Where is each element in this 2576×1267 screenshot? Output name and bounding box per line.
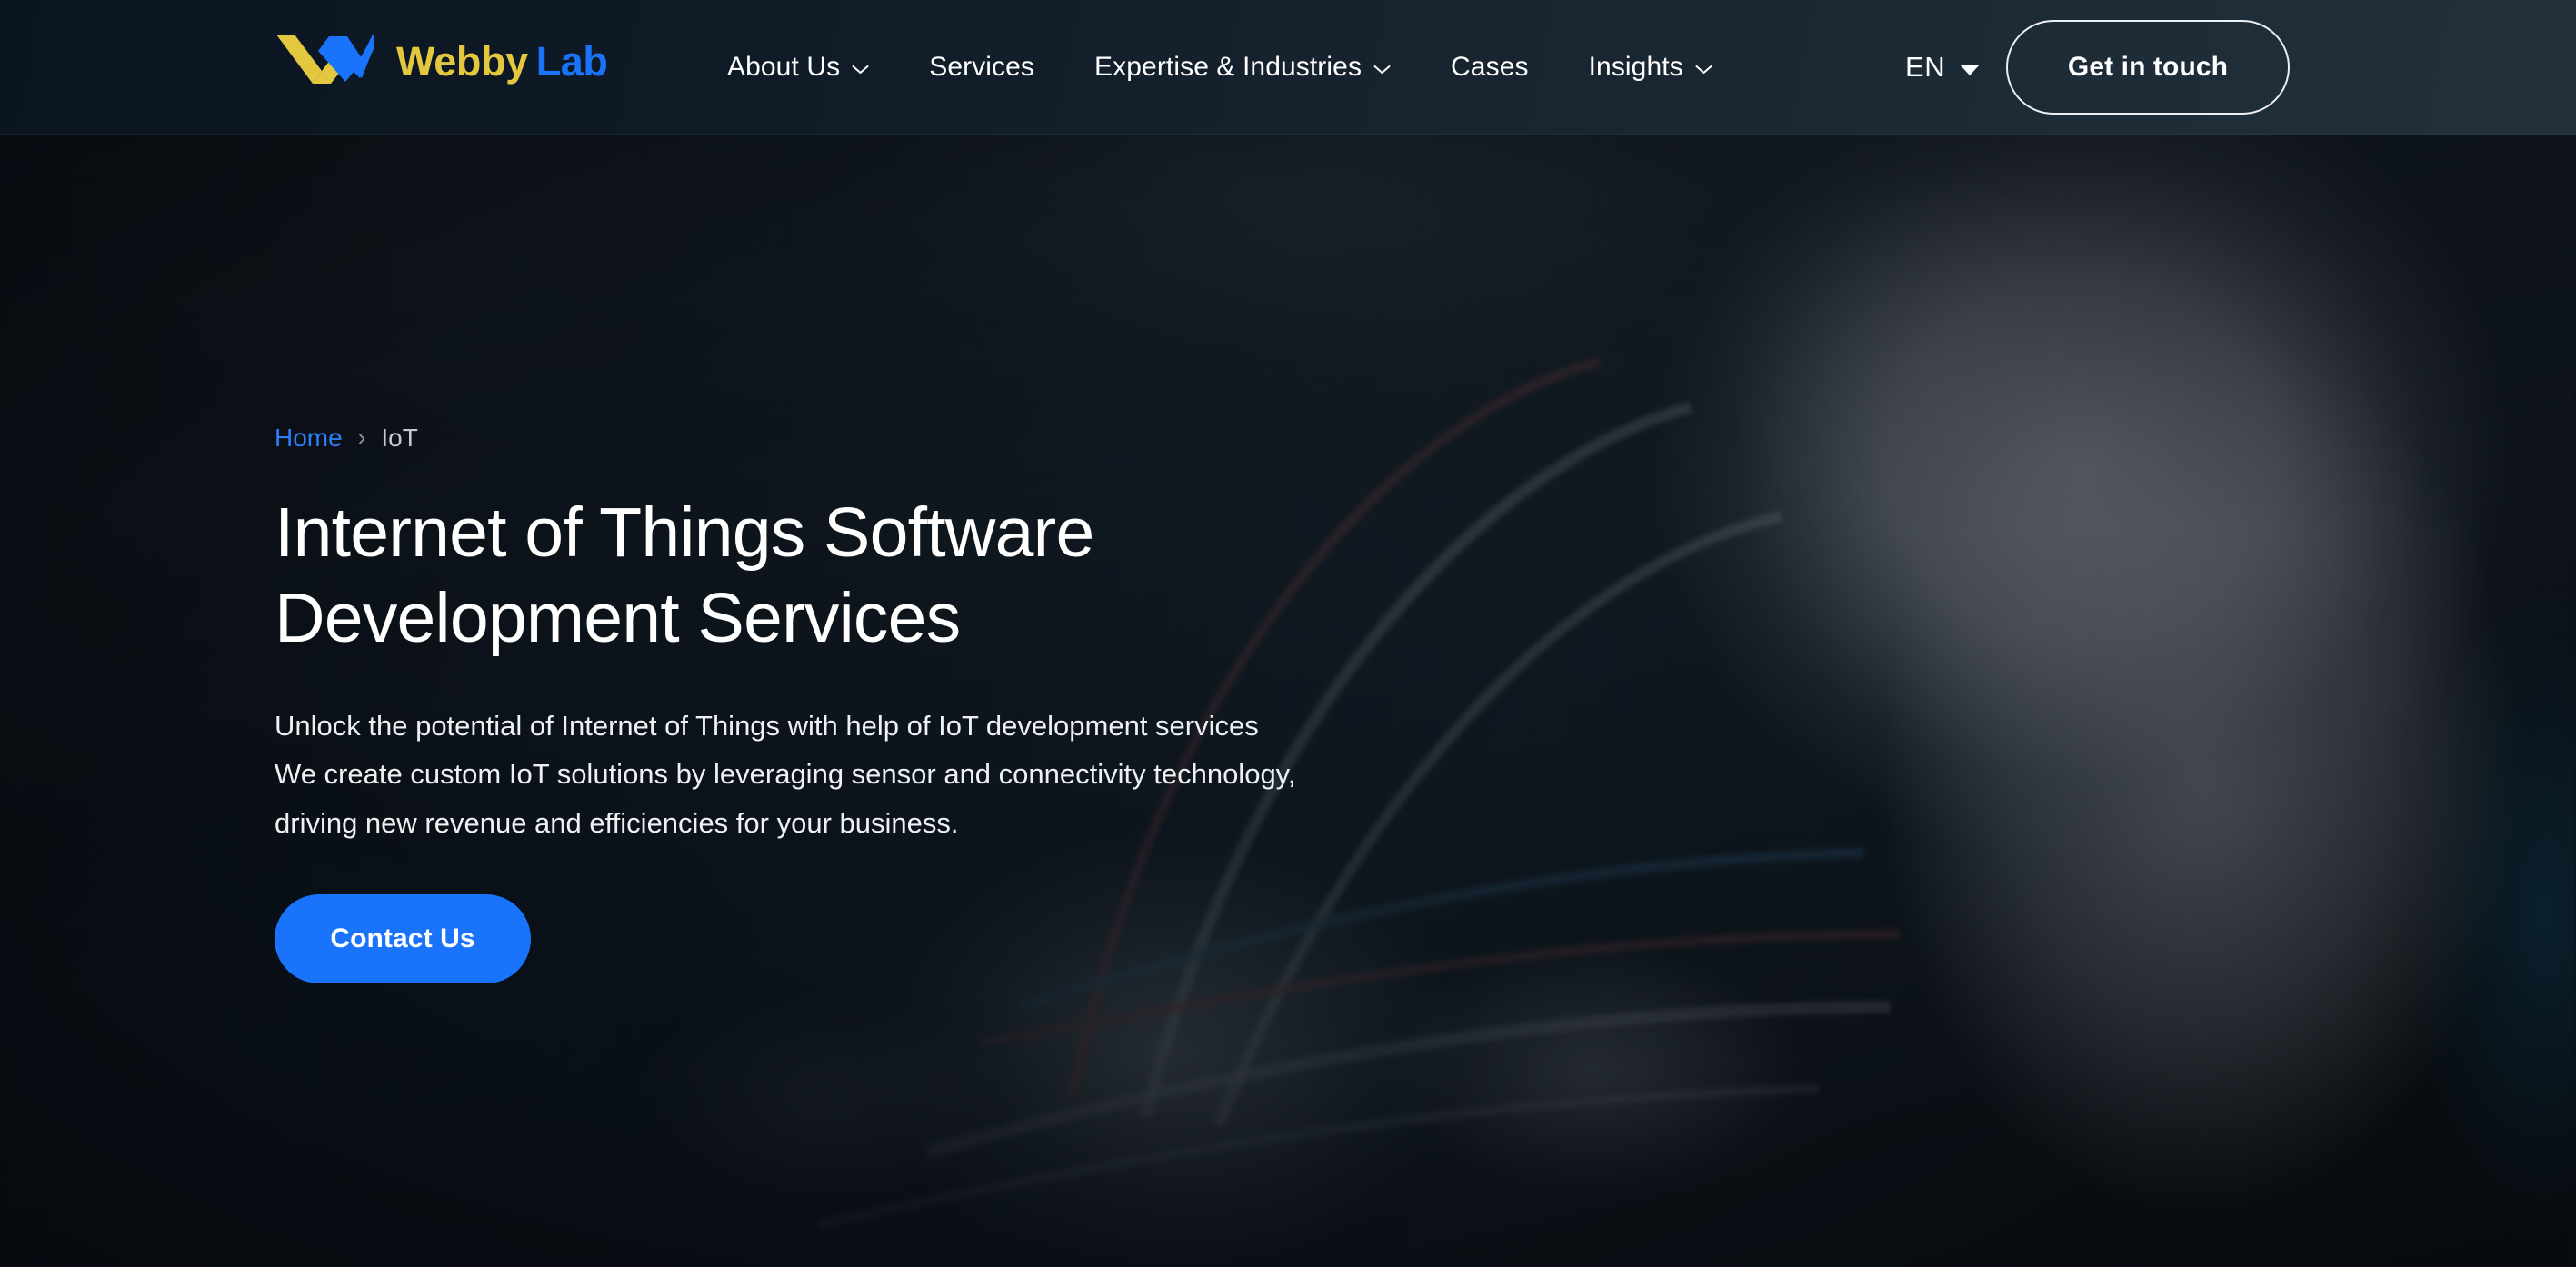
page-title: Internet of Things Software Development … [275,494,1094,657]
nav-item-label: Expertise & Industries [1094,52,1363,82]
site-header: Webby Lab About Us Services Expertise & I… [0,0,2576,135]
nav-item-services[interactable]: Services [929,39,1034,95]
nav-item-expertise-industries[interactable]: Expertise & Industries [1094,39,1391,95]
hero-subtitle-line: driving new revenue and efficiencies for… [275,806,959,839]
webbylab-w-mark-icon [275,31,376,91]
breadcrumb-separator-icon: › [357,424,366,451]
hero-subtitle-line: We create custom IoT solutions by levera… [275,758,1296,791]
breadcrumb-item-current: IoT [381,424,418,452]
contact-us-button[interactable]: Contact Us [275,893,531,983]
main-navigation: About Us Services Expertise & Industries… [727,0,1712,135]
breadcrumb: Home › IoT [275,425,1638,451]
nav-item-label: Insights [1588,52,1683,82]
nav-item-label: Cases [1451,52,1529,82]
chevron-down-icon [1695,65,1712,75]
nav-item-about-us[interactable]: About Us [727,39,869,95]
nav-item-label: About Us [727,52,841,82]
logo-wordmark: Webby Lab [396,41,608,82]
hero-section: Home › IoT Internet of Things Software D… [0,135,2576,1267]
get-in-touch-button[interactable]: Get in touch [2006,20,2290,115]
logo-word-webby: Webby [396,37,528,85]
nav-item-label: Services [929,52,1035,82]
hero-subtitle: Unlock the potential of Internet of Thin… [275,702,1474,847]
header-inner: Webby Lab About Us Services Expertise & I… [0,0,2576,135]
nav-item-insights[interactable]: Insights [1589,39,1712,95]
hero-content: Home › IoT Internet of Things Software D… [275,425,1638,983]
logo-word-lab: Lab [535,37,608,85]
chevron-down-icon [1373,65,1391,75]
page-root: Webby Lab About Us Services Expertise & I… [0,0,2576,1267]
caret-down-icon [1960,65,1981,75]
breadcrumb-item-home[interactable]: Home [275,425,343,451]
language-switcher[interactable]: EN [1905,0,1981,135]
nav-item-cases[interactable]: Cases [1451,39,1529,95]
language-selected-label: EN [1905,51,1946,83]
chevron-down-icon [852,65,869,75]
hero-subtitle-line: Unlock the potential of Internet of Thin… [275,709,1259,742]
logo-link[interactable]: Webby Lab [275,31,608,91]
